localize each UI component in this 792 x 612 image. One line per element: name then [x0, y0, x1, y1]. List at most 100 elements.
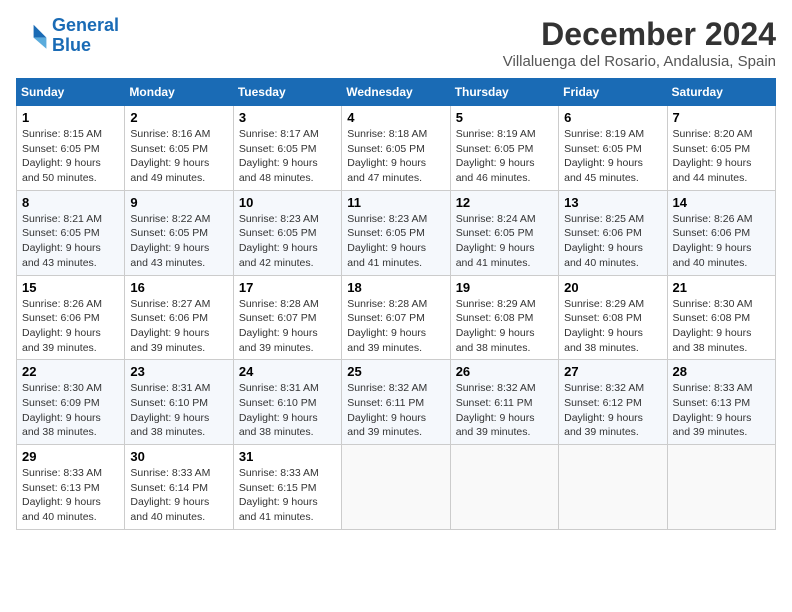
calendar-week-5: 29 Sunrise: 8:33 AMSunset: 6:13 PMDaylig… — [17, 445, 776, 530]
day-info: Sunrise: 8:31 AMSunset: 6:10 PMDaylight:… — [130, 382, 210, 438]
calendar-cell: 10 Sunrise: 8:23 AMSunset: 6:05 PMDaylig… — [233, 190, 341, 275]
day-info: Sunrise: 8:24 AMSunset: 6:05 PMDaylight:… — [456, 213, 536, 269]
calendar-cell: 19 Sunrise: 8:29 AMSunset: 6:08 PMDaylig… — [450, 275, 558, 360]
day-number: 13 — [564, 195, 661, 210]
day-info: Sunrise: 8:31 AMSunset: 6:10 PMDaylight:… — [239, 382, 319, 438]
day-info: Sunrise: 8:19 AMSunset: 6:05 PMDaylight:… — [456, 128, 536, 184]
day-info: Sunrise: 8:28 AMSunset: 6:07 PMDaylight:… — [347, 298, 427, 354]
day-info: Sunrise: 8:16 AMSunset: 6:05 PMDaylight:… — [130, 128, 210, 184]
calendar-cell — [667, 445, 775, 530]
day-info: Sunrise: 8:21 AMSunset: 6:05 PMDaylight:… — [22, 213, 102, 269]
day-number: 24 — [239, 364, 336, 379]
calendar-cell: 26 Sunrise: 8:32 AMSunset: 6:11 PMDaylig… — [450, 360, 558, 445]
title-block: December 2024 Villaluenga del Rosario, A… — [503, 16, 776, 70]
day-info: Sunrise: 8:33 AMSunset: 6:14 PMDaylight:… — [130, 467, 210, 523]
day-info: Sunrise: 8:27 AMSunset: 6:06 PMDaylight:… — [130, 298, 210, 354]
day-info: Sunrise: 8:20 AMSunset: 6:05 PMDaylight:… — [673, 128, 753, 184]
day-number: 2 — [130, 110, 227, 125]
weekday-header-saturday: Saturday — [667, 79, 775, 106]
calendar-week-2: 8 Sunrise: 8:21 AMSunset: 6:05 PMDayligh… — [17, 190, 776, 275]
calendar-cell: 11 Sunrise: 8:23 AMSunset: 6:05 PMDaylig… — [342, 190, 450, 275]
day-number: 17 — [239, 280, 336, 295]
calendar-week-3: 15 Sunrise: 8:26 AMSunset: 6:06 PMDaylig… — [17, 275, 776, 360]
calendar-cell — [342, 445, 450, 530]
logo-line1: General — [52, 15, 119, 35]
day-number: 12 — [456, 195, 553, 210]
calendar-cell: 27 Sunrise: 8:32 AMSunset: 6:12 PMDaylig… — [559, 360, 667, 445]
day-info: Sunrise: 8:26 AMSunset: 6:06 PMDaylight:… — [673, 213, 753, 269]
calendar-cell: 28 Sunrise: 8:33 AMSunset: 6:13 PMDaylig… — [667, 360, 775, 445]
day-number: 22 — [22, 364, 119, 379]
day-number: 18 — [347, 280, 444, 295]
weekday-header-friday: Friday — [559, 79, 667, 106]
page-header: General Blue December 2024 Villaluenga d… — [16, 16, 776, 70]
weekday-header-thursday: Thursday — [450, 79, 558, 106]
day-number: 3 — [239, 110, 336, 125]
day-number: 25 — [347, 364, 444, 379]
calendar-cell: 23 Sunrise: 8:31 AMSunset: 6:10 PMDaylig… — [125, 360, 233, 445]
day-number: 10 — [239, 195, 336, 210]
calendar-cell: 1 Sunrise: 8:15 AMSunset: 6:05 PMDayligh… — [17, 106, 125, 191]
calendar-cell: 15 Sunrise: 8:26 AMSunset: 6:06 PMDaylig… — [17, 275, 125, 360]
day-number: 4 — [347, 110, 444, 125]
calendar-cell: 24 Sunrise: 8:31 AMSunset: 6:10 PMDaylig… — [233, 360, 341, 445]
calendar-cell: 6 Sunrise: 8:19 AMSunset: 6:05 PMDayligh… — [559, 106, 667, 191]
day-number: 5 — [456, 110, 553, 125]
calendar-cell: 30 Sunrise: 8:33 AMSunset: 6:14 PMDaylig… — [125, 445, 233, 530]
calendar-cell: 3 Sunrise: 8:17 AMSunset: 6:05 PMDayligh… — [233, 106, 341, 191]
calendar-week-1: 1 Sunrise: 8:15 AMSunset: 6:05 PMDayligh… — [17, 106, 776, 191]
day-number: 19 — [456, 280, 553, 295]
day-info: Sunrise: 8:32 AMSunset: 6:12 PMDaylight:… — [564, 382, 644, 438]
day-info: Sunrise: 8:32 AMSunset: 6:11 PMDaylight:… — [456, 382, 536, 438]
day-info: Sunrise: 8:17 AMSunset: 6:05 PMDaylight:… — [239, 128, 319, 184]
calendar-cell: 31 Sunrise: 8:33 AMSunset: 6:15 PMDaylig… — [233, 445, 341, 530]
day-info: Sunrise: 8:19 AMSunset: 6:05 PMDaylight:… — [564, 128, 644, 184]
day-number: 1 — [22, 110, 119, 125]
logo-icon — [16, 20, 48, 52]
day-info: Sunrise: 8:33 AMSunset: 6:15 PMDaylight:… — [239, 467, 319, 523]
calendar-cell: 7 Sunrise: 8:20 AMSunset: 6:05 PMDayligh… — [667, 106, 775, 191]
day-info: Sunrise: 8:26 AMSunset: 6:06 PMDaylight:… — [22, 298, 102, 354]
day-info: Sunrise: 8:18 AMSunset: 6:05 PMDaylight:… — [347, 128, 427, 184]
location-title: Villaluenga del Rosario, Andalusia, Spai… — [503, 53, 776, 70]
day-number: 31 — [239, 449, 336, 464]
day-number: 16 — [130, 280, 227, 295]
calendar-cell: 2 Sunrise: 8:16 AMSunset: 6:05 PMDayligh… — [125, 106, 233, 191]
calendar-cell: 9 Sunrise: 8:22 AMSunset: 6:05 PMDayligh… — [125, 190, 233, 275]
calendar-cell: 18 Sunrise: 8:28 AMSunset: 6:07 PMDaylig… — [342, 275, 450, 360]
day-number: 27 — [564, 364, 661, 379]
day-info: Sunrise: 8:28 AMSunset: 6:07 PMDaylight:… — [239, 298, 319, 354]
calendar-cell: 20 Sunrise: 8:29 AMSunset: 6:08 PMDaylig… — [559, 275, 667, 360]
day-number: 20 — [564, 280, 661, 295]
calendar-cell — [559, 445, 667, 530]
day-number: 15 — [22, 280, 119, 295]
calendar-cell: 16 Sunrise: 8:27 AMSunset: 6:06 PMDaylig… — [125, 275, 233, 360]
day-number: 23 — [130, 364, 227, 379]
calendar-cell: 29 Sunrise: 8:33 AMSunset: 6:13 PMDaylig… — [17, 445, 125, 530]
weekday-header-wednesday: Wednesday — [342, 79, 450, 106]
calendar-cell: 21 Sunrise: 8:30 AMSunset: 6:08 PMDaylig… — [667, 275, 775, 360]
day-number: 28 — [673, 364, 770, 379]
day-info: Sunrise: 8:15 AMSunset: 6:05 PMDaylight:… — [22, 128, 102, 184]
day-info: Sunrise: 8:32 AMSunset: 6:11 PMDaylight:… — [347, 382, 427, 438]
day-number: 6 — [564, 110, 661, 125]
calendar-table: SundayMondayTuesdayWednesdayThursdayFrid… — [16, 78, 776, 530]
weekday-header-tuesday: Tuesday — [233, 79, 341, 106]
calendar-cell: 14 Sunrise: 8:26 AMSunset: 6:06 PMDaylig… — [667, 190, 775, 275]
day-number: 11 — [347, 195, 444, 210]
calendar-week-4: 22 Sunrise: 8:30 AMSunset: 6:09 PMDaylig… — [17, 360, 776, 445]
calendar-cell — [450, 445, 558, 530]
calendar-cell: 13 Sunrise: 8:25 AMSunset: 6:06 PMDaylig… — [559, 190, 667, 275]
calendar-cell: 4 Sunrise: 8:18 AMSunset: 6:05 PMDayligh… — [342, 106, 450, 191]
day-number: 14 — [673, 195, 770, 210]
day-info: Sunrise: 8:29 AMSunset: 6:08 PMDaylight:… — [564, 298, 644, 354]
calendar-cell: 5 Sunrise: 8:19 AMSunset: 6:05 PMDayligh… — [450, 106, 558, 191]
day-info: Sunrise: 8:33 AMSunset: 6:13 PMDaylight:… — [673, 382, 753, 438]
day-info: Sunrise: 8:22 AMSunset: 6:05 PMDaylight:… — [130, 213, 210, 269]
calendar-cell: 12 Sunrise: 8:24 AMSunset: 6:05 PMDaylig… — [450, 190, 558, 275]
logo-line2: Blue — [52, 35, 91, 55]
month-title: December 2024 — [503, 16, 776, 53]
day-info: Sunrise: 8:25 AMSunset: 6:06 PMDaylight:… — [564, 213, 644, 269]
day-info: Sunrise: 8:23 AMSunset: 6:05 PMDaylight:… — [239, 213, 319, 269]
day-number: 30 — [130, 449, 227, 464]
